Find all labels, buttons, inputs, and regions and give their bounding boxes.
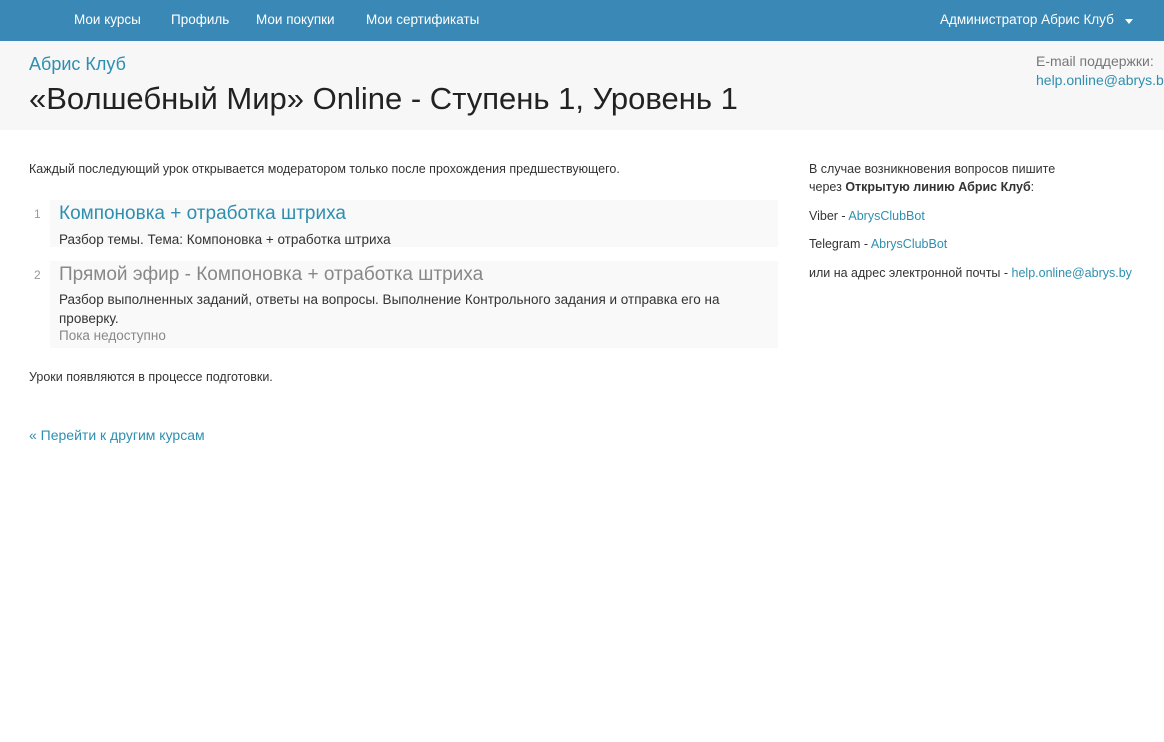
sidebar-help-line1: В случае возникновения вопросов пишите — [809, 162, 1056, 176]
support-label: E-mail поддержки: — [1036, 53, 1154, 69]
viber-label: Viber - — [809, 209, 849, 223]
lesson-item: 2 Прямой эфир - Компоновка + отработка ш… — [34, 261, 778, 348]
back-to-courses-link[interactable]: « Перейти к другим курсам — [29, 427, 205, 443]
telegram-link[interactable]: AbrysClubBot — [871, 237, 947, 251]
nav-my-certificates[interactable]: Мои сертификаты — [366, 12, 479, 27]
email-label: или на адрес электронной почты - — [809, 266, 1012, 280]
telegram-label: Telegram - — [809, 237, 871, 251]
page-title: «Волшебный Мир» Online - Ступень 1, Уров… — [29, 81, 738, 116]
email-link[interactable]: help.online@abrys.by — [1012, 266, 1132, 280]
lesson-status: Пока недоступно — [59, 328, 166, 343]
preparation-note: Уроки появляются в процессе подготовки. — [29, 370, 273, 384]
page-header: Абрис Клуб «Волшебный Мир» Online - Ступ… — [0, 41, 1164, 130]
lesson-description: Разбор выполненных заданий, ответы на во… — [59, 292, 720, 326]
viber-link[interactable]: AbrysClubBot — [848, 209, 924, 223]
lesson-description: Разбор темы. Тема: Компоновка + отработк… — [59, 232, 391, 247]
lesson-number: 2 — [34, 268, 41, 282]
top-navbar: Мои курсы Профиль Мои покупки Мои сертиф… — [0, 0, 1164, 41]
sidebar-help-line2: через Открытую линию Абрис Клуб: — [809, 180, 1034, 194]
sidebar-prefix: через — [809, 180, 846, 194]
user-menu[interactable]: Администратор Абрис Клуб — [940, 12, 1114, 27]
nav-profile[interactable]: Профиль — [171, 12, 229, 27]
nav-my-purchases[interactable]: Мои покупки — [256, 12, 335, 27]
viber-contact: Viber - AbrysClubBot — [809, 209, 925, 223]
open-line-name: Открытую линию Абрис Клуб — [845, 180, 1031, 194]
lesson-title-link[interactable]: Компоновка + отработка штриха — [59, 203, 346, 225]
email-contact: или на адрес электронной почты - help.on… — [809, 266, 1132, 280]
club-link[interactable]: Абрис Клуб — [29, 54, 126, 75]
telegram-contact: Telegram - AbrysClubBot — [809, 237, 947, 251]
chevron-down-icon[interactable] — [1125, 19, 1133, 24]
sidebar-suffix: : — [1030, 180, 1035, 194]
lesson-title: Прямой эфир - Компоновка + отработка штр… — [59, 264, 484, 285]
lesson-item: 1 Компоновка + отработка штриха Разбор т… — [34, 200, 778, 247]
support-email-link[interactable]: help.online@abrys.by — [1036, 72, 1164, 88]
nav-my-courses[interactable]: Мои курсы — [74, 12, 141, 27]
intro-text: Каждый последующий урок открывается моде… — [29, 162, 620, 176]
lesson-number: 1 — [34, 207, 41, 221]
